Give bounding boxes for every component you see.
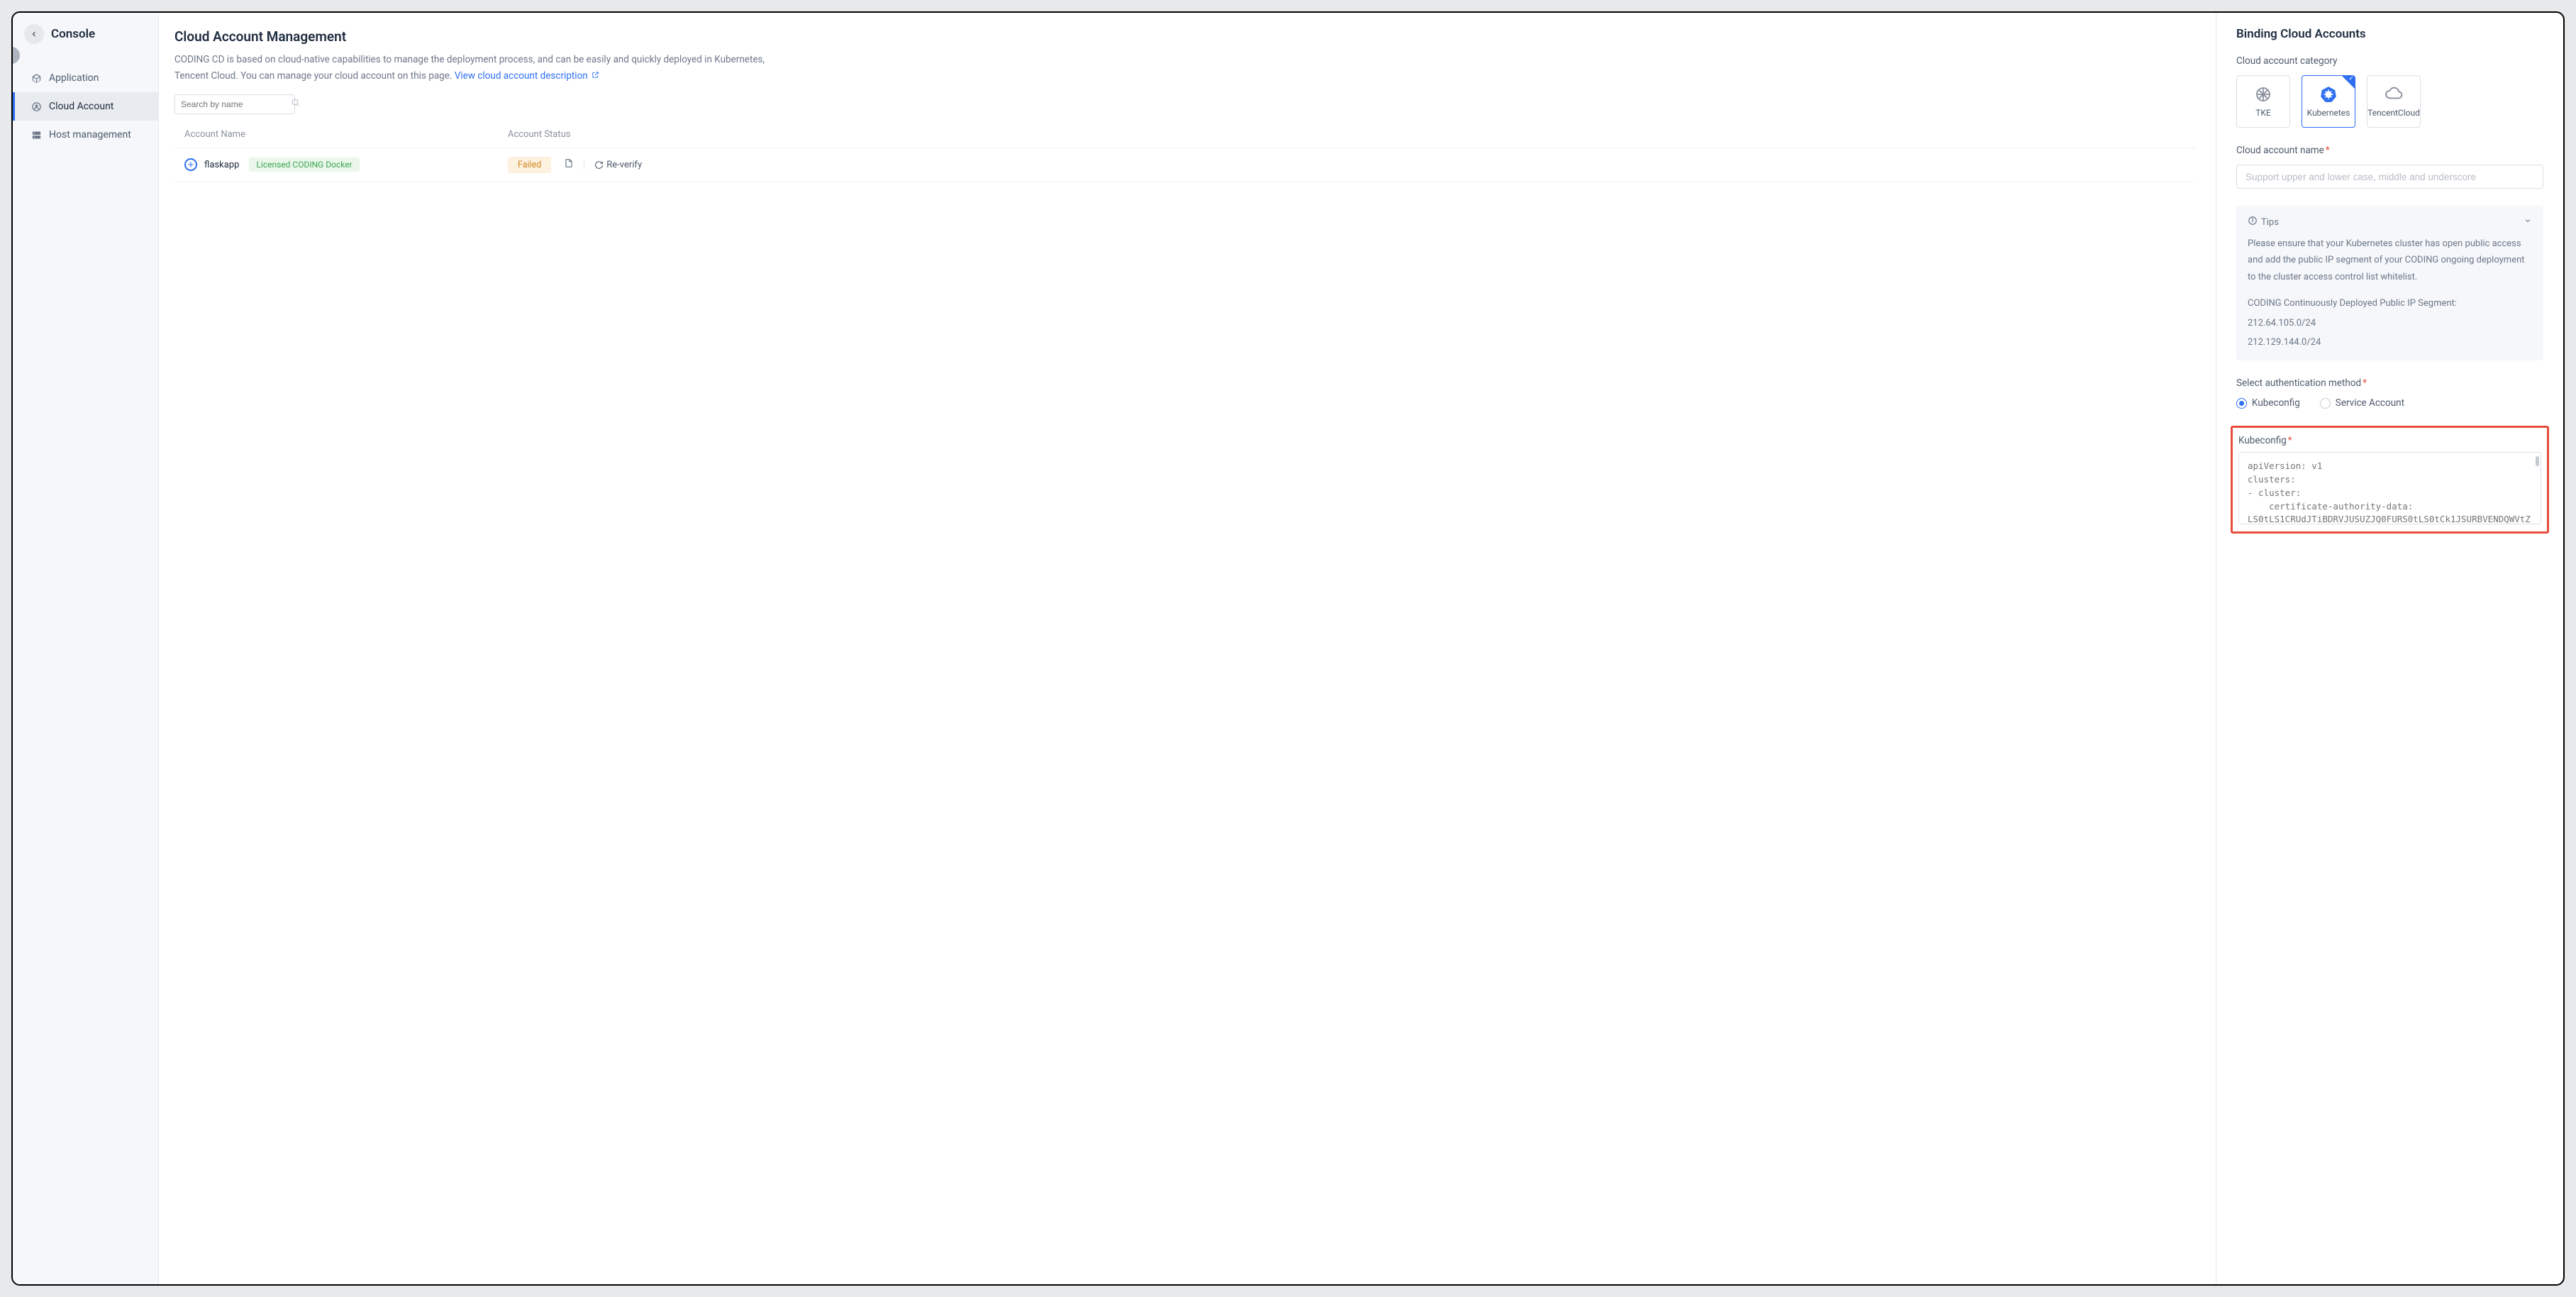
tips-toggle[interactable]: Tips	[2248, 216, 2532, 228]
status-badge: Failed	[508, 157, 551, 173]
sidebar-item-label: Cloud Account	[49, 101, 113, 112]
auth-option-kubeconfig[interactable]: Kubeconfig	[2236, 397, 2300, 409]
cloud-account-icon	[30, 101, 42, 112]
reverify-button[interactable]: Re-verify	[594, 160, 642, 170]
search-icon	[291, 98, 300, 110]
tips-text: Please ensure that your Kubernetes clust…	[2248, 236, 2532, 285]
binding-panel: Binding Cloud Accounts Cloud account cat…	[2216, 13, 2563, 1284]
category-label-text: TKE	[2255, 108, 2271, 118]
category-kubernetes[interactable]: Kubernetes	[2302, 75, 2355, 128]
panel-title: Binding Cloud Accounts	[2236, 27, 2543, 41]
external-link-icon	[592, 71, 599, 81]
search-box[interactable]	[174, 94, 295, 114]
radio-icon	[2320, 398, 2331, 409]
category-label: Cloud account category	[2236, 55, 2543, 67]
account-name-label: Cloud account name*	[2236, 145, 2543, 156]
radio-label: Kubeconfig	[2252, 397, 2300, 409]
license-badge: Licensed CODING Docker	[249, 158, 359, 172]
search-input[interactable]	[181, 99, 291, 109]
kubernetes-icon	[2319, 85, 2338, 104]
auth-option-service-account[interactable]: Service Account	[2320, 397, 2404, 409]
chevron-down-icon	[2524, 216, 2532, 228]
column-account-name: Account Name	[174, 129, 508, 140]
sidebar: Console Application Cloud Account Host m…	[13, 13, 159, 1284]
table-header: Account Name Account Status	[174, 121, 2196, 148]
main-content: Cloud Account Management CODING CD is ba…	[159, 13, 2216, 1284]
view-description-link[interactable]: View cloud account description	[455, 70, 599, 82]
server-icon	[30, 129, 42, 140]
category-tke[interactable]: TKE	[2236, 75, 2290, 128]
kubeconfig-textarea[interactable]	[2238, 452, 2541, 524]
cube-icon	[30, 72, 42, 84]
account-name-input[interactable]	[2236, 165, 2543, 189]
kubeconfig-highlight: Kubeconfig*	[2231, 426, 2549, 534]
tke-icon	[2254, 85, 2272, 104]
sidebar-item-label: Application	[49, 72, 99, 84]
page-description: CODING CD is based on cloud-native capab…	[174, 52, 799, 84]
kubeconfig-label: Kubeconfig*	[2238, 435, 2541, 446]
back-button[interactable]	[24, 24, 44, 44]
tips-segment-label: CODING Continuously Deployed Public IP S…	[2248, 295, 2532, 311]
auth-method-label: Select authentication method*	[2236, 377, 2543, 389]
sidebar-item-host-management[interactable]: Host management	[13, 121, 158, 149]
category-label-text: Kubernetes	[2307, 108, 2350, 118]
radio-label: Service Account	[2336, 397, 2404, 409]
tips-box: Tips Please ensure that your Kubernetes …	[2236, 206, 2543, 360]
column-account-status: Account Status	[508, 129, 2196, 140]
category-tencentcloud[interactable]: TencentCloud	[2367, 75, 2421, 128]
tencentcloud-icon	[2385, 85, 2403, 104]
category-label-text: TencentCloud	[2367, 108, 2420, 118]
console-title: Console	[51, 27, 95, 41]
account-name: flaskapp	[204, 160, 239, 170]
tips-ip: 212.64.105.0/24	[2248, 315, 2532, 331]
document-icon[interactable]	[564, 158, 574, 171]
radio-icon	[2236, 398, 2247, 409]
sidebar-item-label: Host management	[49, 129, 131, 140]
sidebar-item-cloud-account[interactable]: Cloud Account	[13, 92, 158, 121]
account-type-icon	[184, 158, 197, 171]
page-title: Cloud Account Management	[174, 28, 2196, 45]
tips-ip: 212.129.144.0/24	[2248, 334, 2532, 351]
info-icon	[2248, 216, 2258, 228]
scrollbar[interactable]	[2536, 456, 2539, 466]
sidebar-item-application[interactable]: Application	[13, 64, 158, 92]
table-row[interactable]: flaskapp Licensed CODING Docker Failed R…	[174, 148, 2196, 182]
tips-title: Tips	[2261, 217, 2279, 228]
